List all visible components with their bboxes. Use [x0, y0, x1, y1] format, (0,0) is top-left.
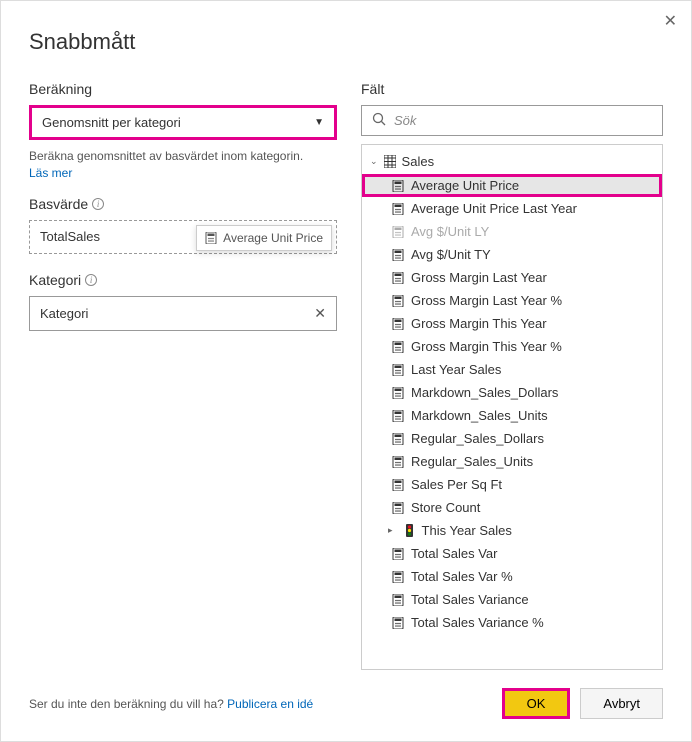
calculator-icon [392, 249, 404, 261]
category-value: Kategori [40, 306, 88, 321]
publish-idea-link[interactable]: Publicera en idé [227, 697, 313, 711]
tree-item[interactable]: Gross Margin Last Year % [362, 289, 662, 312]
tree-item[interactable]: Markdown_Sales_Units [362, 404, 662, 427]
cancel-button[interactable]: Avbryt [580, 688, 663, 719]
calculator-icon [392, 272, 404, 284]
calculator-icon [392, 479, 404, 491]
tree-item-label: Sales Per Sq Ft [411, 477, 502, 492]
tree-item-label: Store Count [411, 500, 480, 515]
calculator-icon [392, 318, 404, 330]
tree-item-label: Gross Margin This Year % [411, 339, 562, 354]
calculator-icon [392, 410, 404, 422]
tree-item[interactable]: Avg $/Unit LY [362, 220, 662, 243]
tree-item-label: Average Unit Price Last Year [411, 201, 577, 216]
calculation-selected: Genomsnitt per kategori [42, 115, 181, 130]
fields-tree[interactable]: ⌄ Sales Average Unit Price Average Unit P… [361, 144, 663, 670]
learn-more-link[interactable]: Läs mer [29, 166, 72, 180]
tree-item[interactable]: Regular_Sales_Units [362, 450, 662, 473]
tree-item[interactable]: Sales Per Sq Ft [362, 473, 662, 496]
tree-item[interactable]: Regular_Sales_Dollars [362, 427, 662, 450]
chevron-right-icon: ▸ [388, 525, 393, 536]
info-icon: i [85, 274, 97, 286]
tree-item-label: This Year Sales [422, 523, 512, 538]
tree-item[interactable]: Gross Margin This Year [362, 312, 662, 335]
tree-item[interactable]: Last Year Sales [362, 358, 662, 381]
tree-item-label: Gross Margin This Year [411, 316, 547, 331]
calculator-icon [392, 571, 404, 583]
search-input[interactable] [394, 113, 652, 128]
tree-item-label: Total Sales Var % [411, 569, 513, 584]
calculator-icon [392, 341, 404, 353]
clear-icon[interactable]: ✕ [314, 305, 326, 322]
calculator-icon [392, 226, 404, 238]
tree-item[interactable]: Store Count [362, 496, 662, 519]
base-value-dropzone[interactable]: TotalSales Average Unit Price [29, 220, 337, 254]
tree-item[interactable]: Markdown_Sales_Dollars [362, 381, 662, 404]
base-value-label: Basvärde i [29, 196, 337, 212]
tree-item-label: Total Sales Variance [411, 592, 529, 607]
calculator-icon [392, 203, 404, 215]
tree-item-label: Regular_Sales_Dollars [411, 431, 544, 446]
calculator-icon [205, 232, 217, 244]
tree-item-label: Avg $/Unit TY [411, 247, 491, 262]
calculator-icon [392, 433, 404, 445]
tree-item-label: Total Sales Variance % [411, 615, 544, 630]
tree-group-label: Sales [402, 154, 435, 169]
chevron-down-icon: ⌄ [370, 156, 378, 167]
calculator-icon [392, 295, 404, 307]
tree-item-label: Regular_Sales_Units [411, 454, 533, 469]
calculator-icon [392, 364, 404, 376]
tree-item[interactable]: Average Unit Price [362, 174, 662, 197]
calculator-icon [392, 180, 404, 192]
fields-label: Fält [361, 81, 663, 97]
chevron-down-icon: ▼ [314, 117, 324, 128]
tree-item-label: Total Sales Var [411, 546, 497, 561]
calculator-icon [392, 502, 404, 514]
search-icon [372, 112, 386, 129]
category-input[interactable]: Kategori ✕ [29, 296, 337, 331]
category-label: Kategori i [29, 272, 337, 288]
calculator-icon [392, 456, 404, 468]
tree-item[interactable]: ▸ This Year Sales [362, 519, 662, 542]
table-icon [384, 155, 396, 168]
tree-item-label: Avg $/Unit LY [411, 224, 489, 239]
calculator-icon [392, 617, 404, 629]
kpi-icon [404, 524, 415, 537]
tree-item[interactable]: Total Sales Var % [362, 565, 662, 588]
calculator-icon [392, 594, 404, 606]
drag-chip[interactable]: Average Unit Price [196, 225, 332, 251]
tree-item[interactable]: Total Sales Var [362, 542, 662, 565]
tree-item[interactable]: Gross Margin This Year % [362, 335, 662, 358]
calculation-helper: Beräkna genomsnittet av basvärdet inom k… [29, 148, 337, 182]
footer-prompt: Ser du inte den beräkning du vill ha? Pu… [29, 697, 313, 711]
tree-item-label: Average Unit Price [411, 178, 519, 193]
tree-item-label: Gross Margin Last Year [411, 270, 547, 285]
dialog-title: Snabbmått [29, 29, 663, 55]
tree-item-label: Gross Margin Last Year % [411, 293, 562, 308]
tree-item-label: Markdown_Sales_Dollars [411, 385, 558, 400]
base-value-content: TotalSales [40, 229, 100, 244]
tree-item-label: Markdown_Sales_Units [411, 408, 548, 423]
search-box[interactable] [361, 105, 663, 136]
tree-item[interactable]: Average Unit Price Last Year [362, 197, 662, 220]
ok-button[interactable]: OK [502, 688, 571, 719]
info-icon: i [92, 198, 104, 210]
tree-item[interactable]: Total Sales Variance [362, 588, 662, 611]
tree-item[interactable]: Gross Margin Last Year [362, 266, 662, 289]
calculator-icon [392, 548, 404, 560]
tree-group-sales[interactable]: ⌄ Sales [362, 149, 662, 174]
tree-item-label: Last Year Sales [411, 362, 501, 377]
tree-item[interactable]: Avg $/Unit TY [362, 243, 662, 266]
calculator-icon [392, 387, 404, 399]
calculation-dropdown[interactable]: Genomsnitt per kategori ▼ [29, 105, 337, 140]
calculation-label: Beräkning [29, 81, 337, 97]
tree-item[interactable]: Total Sales Variance % [362, 611, 662, 634]
close-button[interactable]: ✕ [664, 11, 677, 31]
